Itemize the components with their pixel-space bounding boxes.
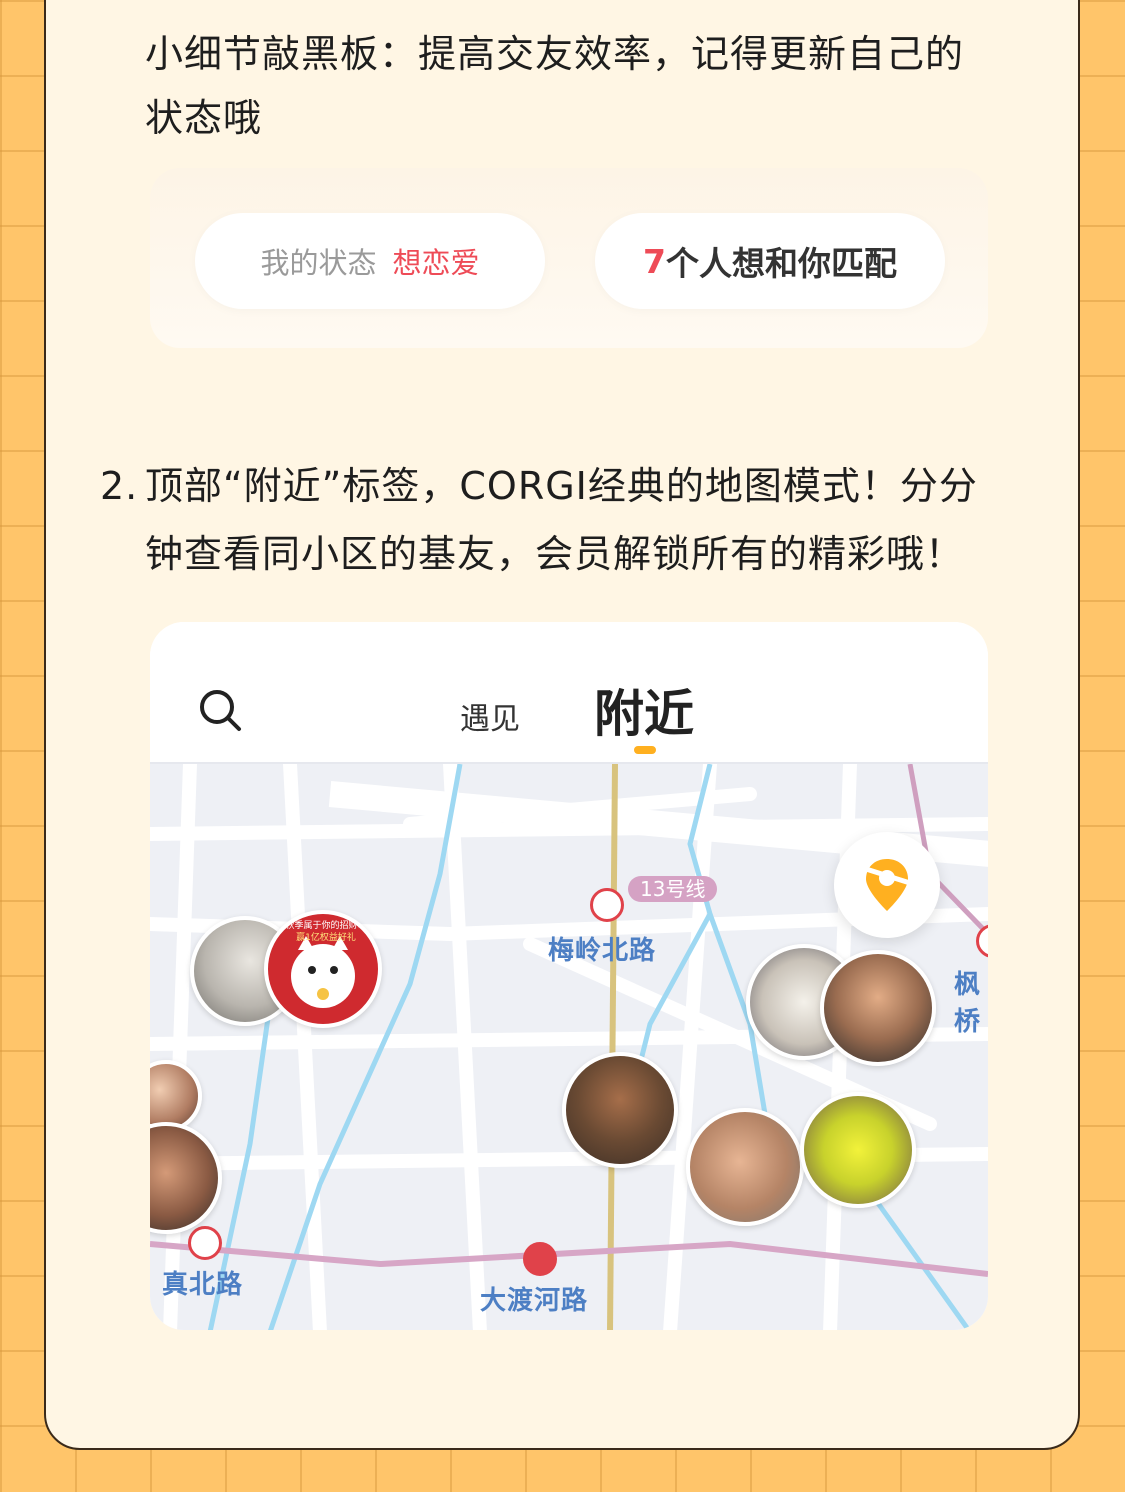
user-avatar[interactable] xyxy=(800,1092,916,1208)
promo-text-2: 赢1亿权益好礼 xyxy=(296,933,356,943)
station-label-fengqiao[interactable]: 枫桥 xyxy=(954,964,988,1038)
metro-station-icon xyxy=(188,1226,222,1260)
point-2-text: 2. 顶部“附近”标签，CORGI经典的地图模式！分分 钟查看同小区的基友，会员解… xyxy=(100,452,1030,588)
user-avatar[interactable] xyxy=(562,1052,678,1168)
tip-line-1: 小细节敲黑板：提高交友效率，记得更新自己的 xyxy=(145,32,965,76)
station-label-meilingbeilu[interactable]: 梅岭北路 xyxy=(548,930,656,967)
metro-transfer-icon xyxy=(523,1242,557,1276)
match-count-pill[interactable]: 7 个人想和你匹配 xyxy=(595,213,945,309)
user-avatar[interactable] xyxy=(820,950,936,1066)
match-count: 7 xyxy=(643,241,666,281)
point-line-1: 顶部“附近”标签，CORGI经典的地图模式！分分 xyxy=(145,464,978,508)
app-screenshot: 遇见 附近 梅岭北路 枫桥 真北路 大渡河路 13号线 秋季属于你的招财喵 赢1… xyxy=(150,622,988,1330)
user-avatar[interactable] xyxy=(686,1108,804,1226)
active-tab-indicator xyxy=(634,746,656,754)
tip-line-2: 状态哦 xyxy=(145,96,263,140)
station-label-zhenbeilu[interactable]: 真北路 xyxy=(162,1264,243,1301)
tab-meet[interactable]: 遇见 xyxy=(460,694,520,738)
nearby-map[interactable]: 梅岭北路 枫桥 真北路 大渡河路 13号线 秋季属于你的招财喵 赢1亿权益好礼 xyxy=(150,762,988,1330)
status-panel: 我的状态 想恋爱 7 个人想和你匹配 xyxy=(150,168,988,348)
promo-avatar[interactable]: 秋季属于你的招财喵 赢1亿权益好礼 xyxy=(264,910,382,1028)
my-status-pill[interactable]: 我的状态 想恋爱 xyxy=(195,213,545,309)
status-value: 想恋爱 xyxy=(392,246,480,280)
point-line-2: 钟查看同小区的基友，会员解锁所有的精彩哦！ xyxy=(145,532,965,576)
search-icon[interactable] xyxy=(198,688,242,732)
point-number: 2. xyxy=(100,464,139,508)
metro-station-icon xyxy=(590,888,624,922)
location-pin-icon xyxy=(863,859,913,911)
match-text: 个人想和你匹配 xyxy=(665,244,897,283)
status-label: 我的状态 xyxy=(260,246,377,280)
station-label-daduhelu[interactable]: 大渡河路 xyxy=(480,1280,588,1317)
tab-nearby[interactable]: 附近 xyxy=(594,674,694,746)
tip-text: 小细节敲黑板：提高交友效率，记得更新自己的 状态哦 xyxy=(145,22,1035,150)
app-top-bar: 遇见 附近 xyxy=(150,622,988,762)
locate-button[interactable] xyxy=(834,832,940,938)
metro-line-badge: 13号线 xyxy=(628,876,718,902)
